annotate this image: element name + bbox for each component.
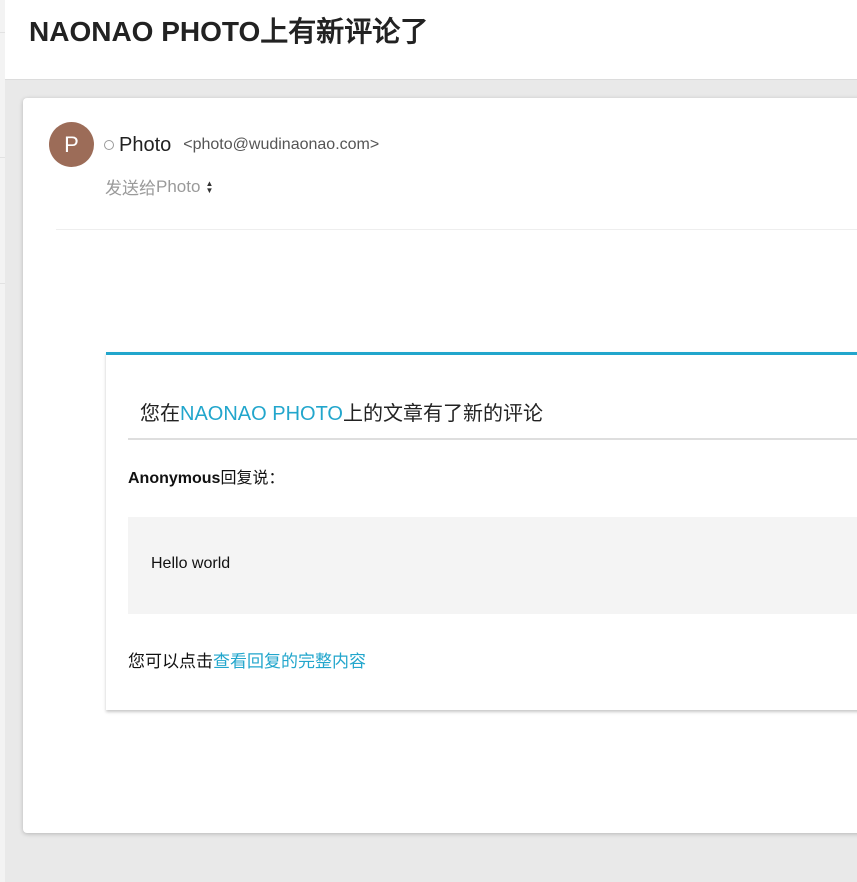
sender-name[interactable]: Photo bbox=[119, 134, 171, 157]
email-subject: NAONAO PHOTO上有新评论了 bbox=[29, 16, 429, 47]
footer-line: 您可以点击查看回复的完整内容 bbox=[128, 647, 366, 672]
sender-avatar[interactable]: P bbox=[49, 122, 94, 167]
subject-bar: NAONAO PHOTO上有新评论了 bbox=[5, 0, 857, 80]
comment-box: Hello world bbox=[128, 517, 857, 614]
notification-divider bbox=[128, 438, 857, 440]
reply-author: Anonymous bbox=[128, 470, 221, 487]
comment-text: Hello world bbox=[151, 555, 231, 572]
reply-suffix: 回复说： bbox=[220, 470, 285, 487]
recipient-prefix: 发送给 bbox=[105, 179, 156, 198]
status-dot-icon bbox=[104, 140, 114, 150]
sender-line: Photo <photo@wudinaonao.com> bbox=[104, 132, 379, 158]
recipient-name: Photo bbox=[156, 176, 201, 196]
sender-email[interactable]: <photo@wudinaonao.com> bbox=[183, 136, 379, 154]
left-panel-edge bbox=[0, 0, 5, 882]
view-full-reply-link[interactable]: 查看回复的完整内容 bbox=[213, 652, 366, 671]
email-view: NAONAO PHOTO上有新评论了 P Photo <photo@wudina… bbox=[0, 0, 857, 882]
recipient-toggle[interactable]: 发送给 Photo ▲ ▼ bbox=[105, 174, 213, 199]
footer-prefix: 您可以点击 bbox=[128, 652, 213, 671]
notification-title-prefix: 您在 bbox=[140, 403, 180, 425]
reply-line: Anonymous回复说： bbox=[128, 464, 284, 488]
site-link[interactable]: NAONAO PHOTO bbox=[180, 403, 343, 425]
chevron-up-down-icon: ▲ ▼ bbox=[205, 178, 214, 195]
header-divider bbox=[56, 229, 857, 230]
notification-title: 您在NAONAO PHOTO上的文章有了新的评论 bbox=[140, 397, 543, 426]
mail-card: P Photo <photo@wudinaonao.com> 发送给 Photo … bbox=[23, 98, 857, 833]
notification-title-suffix: 上的文章有了新的评论 bbox=[343, 403, 543, 425]
comment-notification: 您在NAONAO PHOTO上的文章有了新的评论 Anonymous回复说： H… bbox=[106, 352, 857, 710]
